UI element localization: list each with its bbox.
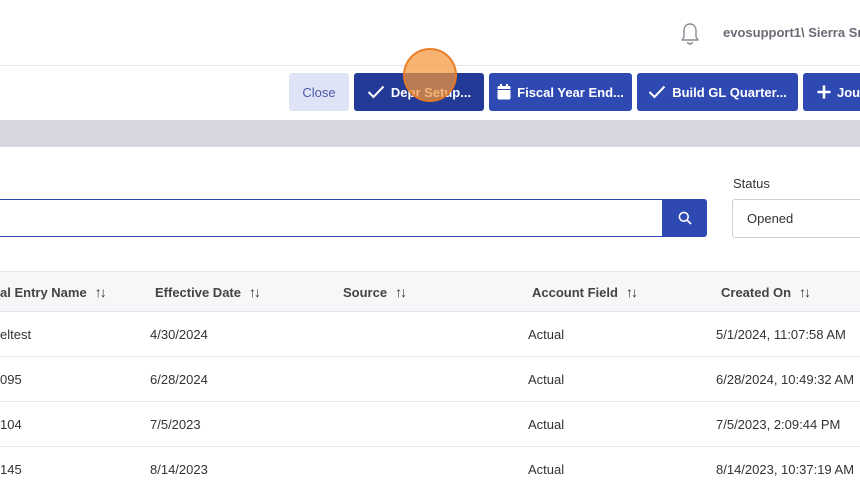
status-select-value: Opened <box>747 211 794 226</box>
journal-entries-table: al Entry Name ↑↓ Effective Date ↑↓ Source ↑… <box>0 271 860 480</box>
sort-icon[interactable]: ↑↓ <box>395 284 407 300</box>
build-gl-quarter-label: Build GL Quarter... <box>672 84 787 100</box>
check-icon <box>648 85 666 99</box>
build-gl-quarter-button[interactable]: Build GL Quarter... <box>637 73 798 111</box>
search-button[interactable] <box>662 199 707 237</box>
cell-account-field: Actual <box>528 327 565 342</box>
calendar-icon <box>497 84 511 100</box>
action-toolbar: Close Depr Setup... Fiscal Year End... B… <box>0 66 860 120</box>
cell-entry-name: 145 <box>0 462 22 477</box>
cell-created-on: 7/5/2023, 2:09:44 PM <box>716 417 841 432</box>
table-row[interactable]: 145 8/14/2023 Actual 8/14/2023, 10:37:19… <box>0 447 860 480</box>
column-header-entry-name[interactable]: al Entry Name ↑↓ <box>0 284 107 300</box>
sort-icon[interactable]: ↑↓ <box>626 284 638 300</box>
plus-icon <box>817 85 831 99</box>
cell-entry-name: 104 <box>0 417 22 432</box>
bell-icon[interactable] <box>679 22 701 46</box>
section-band <box>0 120 860 147</box>
cell-entry-name: 095 <box>0 372 22 387</box>
cell-effective-date: 4/30/2024 <box>150 327 208 342</box>
table-row[interactable]: 095 6/28/2024 Actual 6/28/2024, 10:49:32… <box>0 357 860 402</box>
status-select[interactable]: Opened <box>732 199 860 238</box>
search-icon <box>678 211 692 225</box>
close-button-label: Close <box>302 84 336 100</box>
status-label: Status <box>733 176 770 191</box>
column-header-source[interactable]: Source ↑↓ <box>343 284 407 300</box>
column-header-created-on[interactable]: Created On ↑↓ <box>721 284 811 300</box>
cell-created-on: 5/1/2024, 11:07:58 AM <box>716 327 846 342</box>
cell-account-field: Actual <box>528 417 565 432</box>
table-header: al Entry Name ↑↓ Effective Date ↑↓ Source ↑… <box>0 271 860 312</box>
sort-icon[interactable]: ↑↓ <box>249 284 261 300</box>
journal-button[interactable]: Jour <box>803 73 860 111</box>
fiscal-year-end-label: Fiscal Year End... <box>517 84 624 100</box>
table-row[interactable]: eltest 4/30/2024 Actual 5/1/2024, 11:07:… <box>0 312 860 357</box>
table-row[interactable]: 104 7/5/2023 Actual 7/5/2023, 2:09:44 PM <box>0 402 860 447</box>
fiscal-year-end-button[interactable]: Fiscal Year End... <box>489 73 632 111</box>
column-header-account-field[interactable]: Account Field ↑↓ <box>532 284 638 300</box>
top-bar: evosupport1\ Sierra Sm <box>0 0 860 66</box>
sort-icon[interactable]: ↑↓ <box>95 284 107 300</box>
close-button[interactable]: Close <box>289 73 349 111</box>
cell-created-on: 6/28/2024, 10:49:32 AM <box>716 372 855 387</box>
cell-created-on: 8/14/2023, 10:37:19 AM <box>716 462 855 477</box>
depr-setup-button[interactable]: Depr Setup... <box>354 73 484 111</box>
cell-effective-date: 6/28/2024 <box>150 372 208 387</box>
check-icon <box>367 85 385 99</box>
journal-button-label: Jour <box>837 84 860 100</box>
cell-effective-date: 8/14/2023 <box>150 462 208 477</box>
depr-setup-label: Depr Setup... <box>390 84 472 100</box>
column-header-effective-date[interactable]: Effective Date ↑↓ <box>155 284 261 300</box>
sort-icon[interactable]: ↑↓ <box>799 284 811 300</box>
search-input[interactable] <box>0 199 663 237</box>
cell-effective-date: 7/5/2023 <box>150 417 201 432</box>
cell-account-field: Actual <box>528 462 565 477</box>
cell-entry-name: eltest <box>0 327 32 342</box>
cell-account-field: Actual <box>528 372 565 387</box>
user-name[interactable]: evosupport1\ Sierra Sm <box>723 25 860 40</box>
